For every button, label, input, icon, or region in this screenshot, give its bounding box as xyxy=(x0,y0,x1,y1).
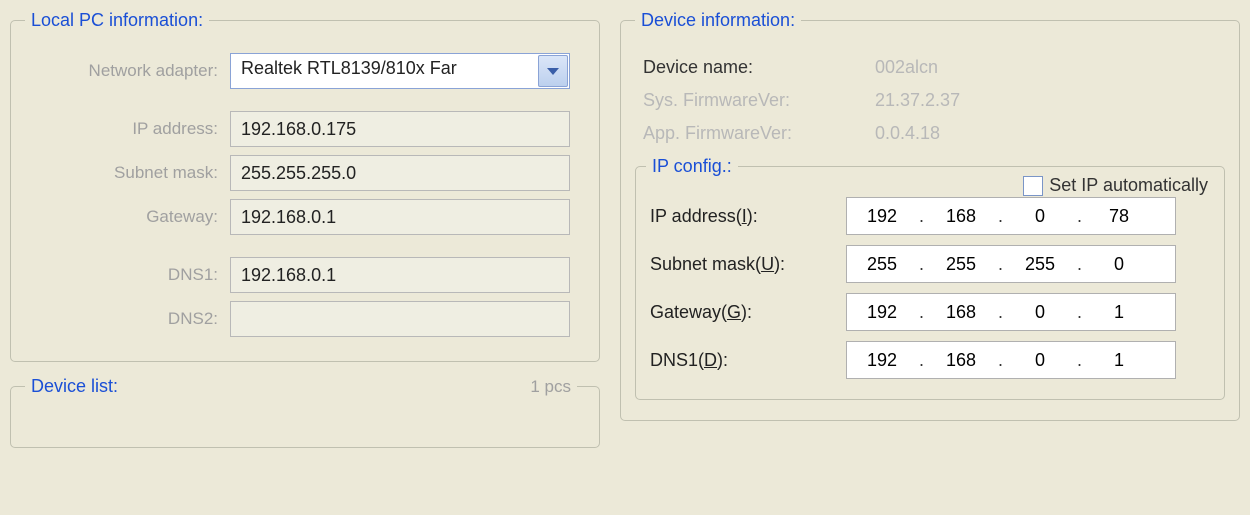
device-name-value: 002alcn xyxy=(875,57,938,78)
appfw-label: App. FirmwareVer: xyxy=(635,123,835,144)
device-list-count: 1 pcs xyxy=(530,377,571,397)
local-gateway-input[interactable] xyxy=(230,199,570,235)
ip-oct[interactable] xyxy=(926,205,996,228)
device-list-title: Device list: xyxy=(31,376,118,397)
local-dns1-input[interactable] xyxy=(230,257,570,293)
cfg-ip-input[interactable]: . . . xyxy=(846,197,1176,235)
cfg-gateway-label: Gateway(G): xyxy=(646,302,846,323)
sysfw-value: 21.37.2.37 xyxy=(875,90,960,111)
ip-oct[interactable] xyxy=(926,301,996,324)
ip-config-group: IP config.: Set IP automatically IP addr… xyxy=(635,156,1225,400)
cfg-subnet-input[interactable]: . . . xyxy=(846,245,1176,283)
appfw-value: 0.0.4.18 xyxy=(875,123,940,144)
adapter-label: Network adapter: xyxy=(25,61,230,81)
ip-oct[interactable] xyxy=(1084,253,1154,276)
cfg-dns1-input[interactable]: . . . xyxy=(846,341,1176,379)
set-ip-auto-label: Set IP automatically xyxy=(1049,175,1208,196)
ip-oct[interactable] xyxy=(1005,253,1075,276)
ip-oct[interactable] xyxy=(1005,205,1075,228)
cfg-ip-label: IP address(I): xyxy=(646,206,846,227)
local-pc-group: Local PC information: Network adapter: R… xyxy=(10,10,600,362)
ip-oct[interactable] xyxy=(847,253,917,276)
chevron-down-icon xyxy=(547,68,559,75)
local-subnet-input[interactable] xyxy=(230,155,570,191)
adapter-dropdown-button[interactable] xyxy=(538,55,568,87)
local-pc-title: Local PC information: xyxy=(25,10,209,31)
cfg-gateway-input[interactable]: . . . xyxy=(846,293,1176,331)
checkbox-box-icon xyxy=(1023,176,1043,196)
ip-oct[interactable] xyxy=(1084,349,1154,372)
adapter-select[interactable]: Realtek RTL8139/810x Far xyxy=(230,53,570,89)
device-info-group: Device information: Device name: 002alcn… xyxy=(620,10,1240,421)
adapter-value: Realtek RTL8139/810x Far xyxy=(230,53,570,89)
subnet-label: Subnet mask: xyxy=(25,163,230,183)
ip-oct[interactable] xyxy=(926,349,996,372)
sysfw-label: Sys. FirmwareVer: xyxy=(635,90,835,111)
cfg-subnet-label: Subnet mask(U): xyxy=(646,254,846,275)
local-ip-input[interactable] xyxy=(230,111,570,147)
cfg-dns1-label: DNS1(D): xyxy=(646,350,846,371)
ip-oct[interactable] xyxy=(847,349,917,372)
ip-oct[interactable] xyxy=(1084,205,1154,228)
ip-oct[interactable] xyxy=(1084,301,1154,324)
gateway-label: Gateway: xyxy=(25,207,230,227)
dns2-label: DNS2: xyxy=(25,309,230,329)
device-name-label: Device name: xyxy=(635,57,835,78)
local-dns2-input[interactable] xyxy=(230,301,570,337)
ip-oct[interactable] xyxy=(926,253,996,276)
dns1-label: DNS1: xyxy=(25,265,230,285)
device-list-group: Device list: 1 pcs xyxy=(10,376,600,448)
ip-oct[interactable] xyxy=(1005,349,1075,372)
device-info-title: Device information: xyxy=(635,10,801,31)
set-ip-auto-checkbox[interactable]: Set IP automatically xyxy=(1023,175,1208,196)
ip-oct[interactable] xyxy=(847,205,917,228)
ip-config-title: IP config.: xyxy=(646,156,738,177)
ip-label: IP address: xyxy=(25,119,230,139)
ip-oct[interactable] xyxy=(1005,301,1075,324)
ip-oct[interactable] xyxy=(847,301,917,324)
